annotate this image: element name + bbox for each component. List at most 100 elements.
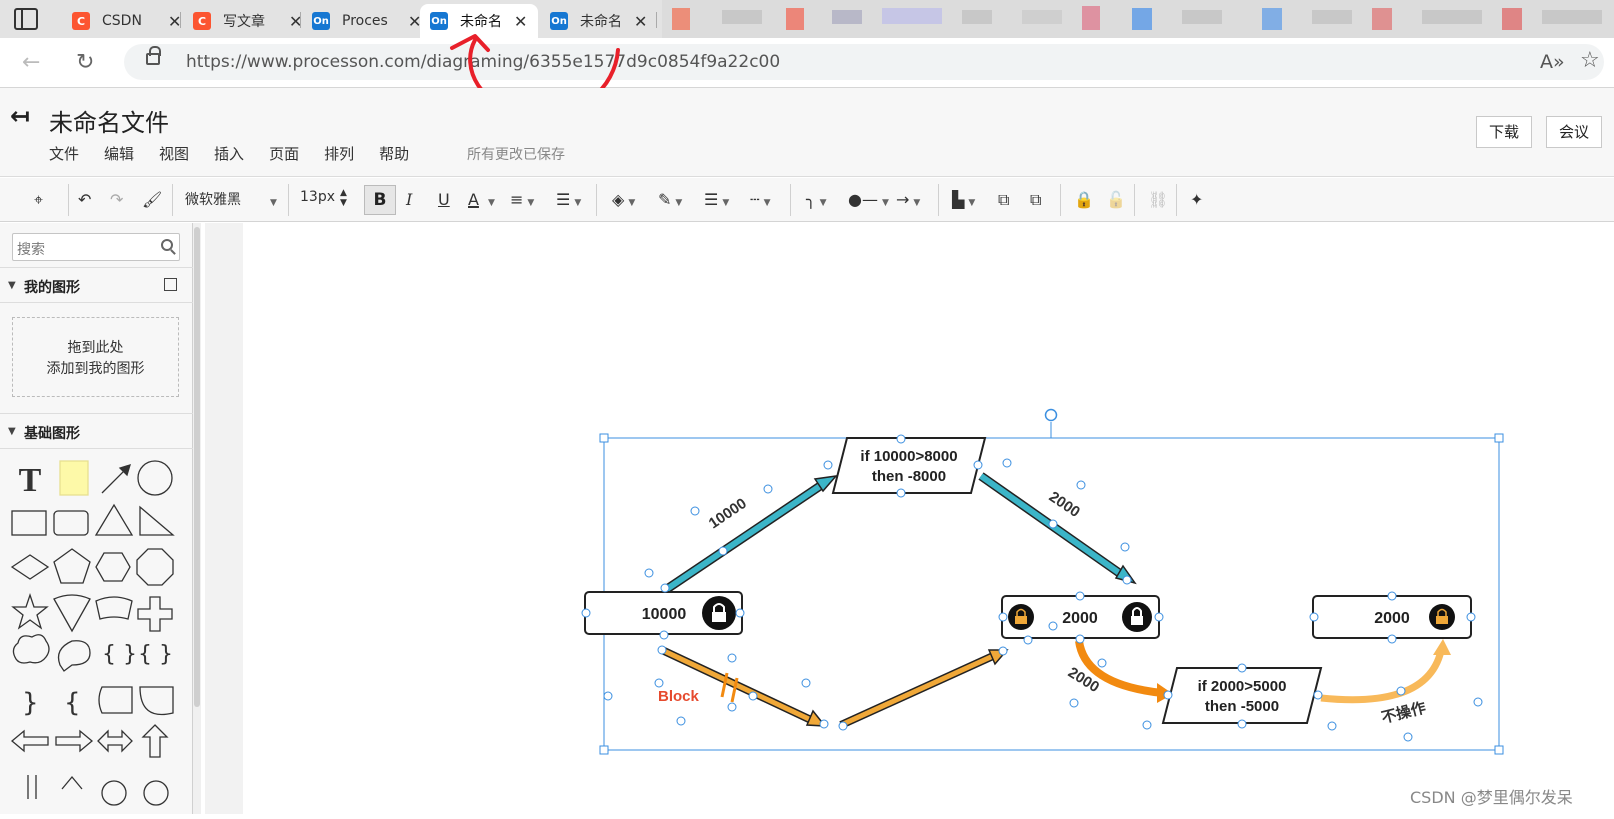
tear-shape-icon[interactable] [139,686,174,716]
triangle-shape-icon[interactable] [94,503,134,536]
fill-color-icon[interactable]: ◈ ▼ [612,188,635,212]
rectangle-shape-icon[interactable] [11,510,47,536]
paint-format-icon[interactable]: 🖌 [142,188,162,212]
connection-handles[interactable] [581,434,1483,742]
balance-node-10000[interactable]: 10000 [584,591,743,635]
line-end-icon[interactable]: → ▼ [896,188,920,212]
decision-node-2[interactable]: if 2000>5000 then -5000 [1161,667,1323,724]
cross-shape-icon[interactable] [137,596,173,632]
my-shapes-header[interactable]: ▼ 我的图形 [0,267,193,303]
meeting-button[interactable]: 会议 [1546,116,1603,148]
tab-actions-icon[interactable] [14,8,38,30]
menu-view[interactable]: 视图 [159,143,189,164]
underline-button[interactable]: U [438,188,450,212]
diamond-shape-icon[interactable] [10,554,50,580]
speech-bubble-shape-icon[interactable] [57,640,91,672]
font-color-button[interactable]: A [468,188,479,212]
edit-icon[interactable] [164,278,177,291]
cloud-shape-icon[interactable] [12,634,50,664]
left-arrow-shape-icon[interactable] [10,729,49,753]
data-storage-shape-icon[interactable] [98,686,133,714]
magic-wand-icon[interactable]: ✦ [1190,188,1203,212]
url-field[interactable]: https://www.processon.com/diagraming/635… [124,44,1604,80]
balance-node-2000[interactable]: 2000 [1001,595,1160,639]
refresh-icon[interactable]: ↻ [76,50,94,75]
manual-input-shape-icon[interactable] [101,780,127,806]
align-icon[interactable]: ▙ ▼ [952,188,975,212]
note-shape-icon[interactable] [59,460,89,496]
menu-page[interactable]: 页面 [269,143,299,164]
redo-icon[interactable]: ↷ [110,188,123,212]
chevron-down-icon[interactable]: ▼ [484,188,495,212]
double-arrow-shape-icon[interactable] [97,729,133,753]
arrow-line-icon[interactable] [101,464,131,494]
star-shape-icon[interactable] [11,592,49,630]
hexagon-shape-icon[interactable] [95,552,131,582]
document-title[interactable]: 未命名文件 [49,103,169,138]
right-arrow-shape-icon[interactable] [55,729,94,753]
loop-shape-icon[interactable] [143,780,169,806]
line-color-icon[interactable]: ✎ ▼ [658,188,682,212]
add-favorite-star-icon[interactable]: ☆ [1580,48,1600,73]
menu-edit[interactable]: 编辑 [104,143,134,164]
font-size-stepper-icon[interactable]: ▲ ▼ [340,188,347,212]
link-icon[interactable]: ⛓ [1148,188,1168,212]
my-shapes-dropzone[interactable]: 拖到此处 添加到我的图形 [12,317,179,397]
funnel-shape-icon[interactable] [53,594,91,633]
line-width-icon[interactable]: ☰ ▼ [704,188,729,212]
curved-noop-arrow[interactable] [1320,639,1451,704]
right-triangle-shape-icon[interactable] [139,505,175,536]
brace-pair-icon[interactable]: { } [102,642,137,667]
tab-write-article[interactable]: C 写文章 ✕ [183,4,312,38]
line-style-icon[interactable]: ┄ ▼ [750,188,771,212]
line-start-icon[interactable]: ●— ▼ [848,188,889,212]
unlock-icon[interactable]: 🔓 [1106,188,1126,212]
card-shape-icon[interactable] [95,596,133,620]
bring-front-icon[interactable]: ⧉ [998,188,1009,212]
bracket-pair-icon[interactable]: { } [138,642,173,667]
tab-processon[interactable]: On Proces ✕ [302,4,431,38]
connector-type-icon[interactable]: ╮ ▼ [806,188,827,212]
menu-help[interactable]: 帮助 [379,143,409,164]
menu-arrange[interactable]: 排列 [324,143,354,164]
diagram-canvas[interactable]: Block 10000 2000 2000 不操作 if 10000>8000 … [243,223,1614,814]
back-arrow-icon[interactable]: ← [22,50,40,75]
text-align-icon[interactable]: ≡ ▼ [510,188,534,212]
collapse-triangle-icon[interactable]: ▼ [8,426,16,437]
menu-insert[interactable]: 插入 [214,143,244,164]
search-icon[interactable] [161,239,173,251]
tab-csdn[interactable]: C CSDN ✕ [62,4,191,38]
up-arrow-shape-icon[interactable] [141,724,169,758]
send-back-icon[interactable]: ⧉ [1030,188,1041,212]
flow-diagram[interactable]: Block 10000 2000 2000 不操作 if 10000>8000 … [243,223,1614,814]
circle-shape-icon[interactable] [137,460,173,496]
read-aloud-icon[interactable]: A» [1540,51,1565,73]
basic-shapes-header[interactable]: ▼ 基础图形 [0,413,193,449]
edge-label-10000[interactable]: 10000 [706,495,750,532]
block-label[interactable]: Block [658,688,700,705]
lock-icon[interactable]: 🔒 [1074,188,1094,212]
search-input[interactable]: 搜索 [12,233,180,261]
scrollbar-thumb[interactable] [194,227,200,707]
line-spacing-icon[interactable]: ☰ ▼ [556,188,581,212]
octagon-shape-icon[interactable] [136,548,174,586]
edge-label-2000[interactable]: 2000 [1046,488,1083,521]
text-tool-icon[interactable]: T [19,462,42,499]
decision-node-1[interactable]: if 10000>8000 then -8000 [831,437,987,494]
undo-icon[interactable]: ↶ [78,188,91,212]
collapse-triangle-icon[interactable]: ▼ [8,280,16,291]
rotate-handle-icon[interactable] [1044,408,1058,422]
sidebar-scrollbar[interactable] [193,223,201,814]
download-button[interactable]: 下载 [1476,116,1533,148]
down-arrow-shape-icon[interactable] [27,775,37,799]
up-down-arrow-shape-icon[interactable] [61,775,83,790]
balance-node-2000-final[interactable]: 2000 [1312,595,1472,639]
lock-icon[interactable] [146,46,161,65]
orange-arrow-to-2000[interactable] [839,649,1009,729]
teal-arrow-10000[interactable] [661,474,838,595]
pentagon-shape-icon[interactable] [53,548,91,584]
font-family-select[interactable]: 微软雅黑 [185,189,241,209]
italic-button[interactable]: I [406,188,412,212]
right-brace-icon[interactable]: } [22,688,39,718]
back-to-files-icon[interactable]: ↤ [10,102,30,130]
